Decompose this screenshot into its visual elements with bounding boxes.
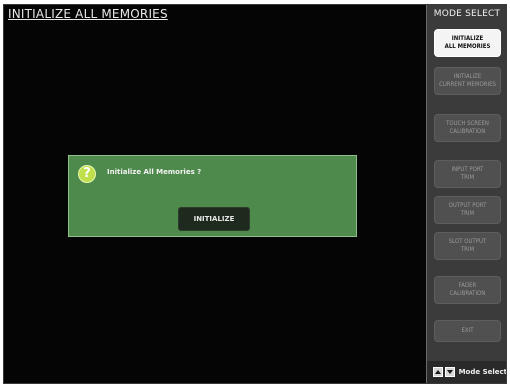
- mode-label-line2: CALIBRATION: [449, 290, 486, 297]
- mode-label-line1: INITIALIZE: [451, 35, 484, 42]
- arrow-up-icon[interactable]: [433, 367, 443, 377]
- screen: INITIALIZE ALL MEMORIES ? Initialize All…: [3, 4, 507, 384]
- panel-title: MODE SELECT: [433, 9, 501, 19]
- dialog-message: Initialize All Memories ?: [107, 168, 202, 176]
- initialize-button[interactable]: INITIALIZE: [178, 207, 250, 231]
- mode-label-line2: TRIM: [460, 174, 475, 181]
- mode-label-line1: FADER: [458, 282, 477, 289]
- mode-label-line1: SLOT OUTPUT: [448, 238, 487, 245]
- page-title: INITIALIZE ALL MEMORIES: [8, 7, 168, 21]
- mode-label-line1: INPUT PORT: [451, 166, 484, 173]
- mode-label-line2: TRIM: [460, 210, 475, 217]
- mode-label-line2: CURRENT MEMORIES: [439, 81, 496, 88]
- mode-select-panel: MODE SELECT INITIALIZE ALL MEMORIES INIT…: [426, 5, 507, 383]
- mode-label-line1: TOUCH SCREEN: [446, 120, 489, 127]
- mode-label-line1: INITIALIZE: [453, 73, 482, 80]
- mode-label-line1: OUTPUT PORT: [448, 202, 487, 209]
- mode-initialize-all-memories[interactable]: INITIALIZE ALL MEMORIES: [434, 29, 501, 57]
- mode-label-line2: TRIM: [460, 246, 475, 253]
- mode-output-port-trim[interactable]: OUTPUT PORT TRIM: [434, 196, 501, 224]
- mode-touch-screen-calibration[interactable]: TOUCH SCREEN CALIBRATION: [434, 114, 501, 142]
- mode-label-line1: EXIT: [461, 327, 474, 334]
- panel-footer: Mode Select: [427, 361, 507, 383]
- mode-label-line2: ALL MEMORIES: [444, 43, 491, 50]
- mode-slot-output-trim[interactable]: SLOT OUTPUT TRIM: [434, 232, 501, 260]
- confirm-dialog: ? Initialize All Memories ? INITIALIZE: [68, 155, 357, 237]
- mode-label-line2: CALIBRATION: [449, 128, 486, 135]
- mode-input-port-trim[interactable]: INPUT PORT TRIM: [434, 160, 501, 188]
- mode-select-label: Mode Select: [458, 368, 507, 376]
- question-icon: ?: [78, 165, 96, 183]
- mode-fader-calibration[interactable]: FADER CALIBRATION: [434, 276, 501, 304]
- mode-initialize-current-memories[interactable]: INITIALIZE CURRENT MEMORIES: [434, 67, 501, 95]
- exit-button[interactable]: EXIT: [434, 320, 501, 342]
- arrow-down-icon[interactable]: [444, 367, 455, 377]
